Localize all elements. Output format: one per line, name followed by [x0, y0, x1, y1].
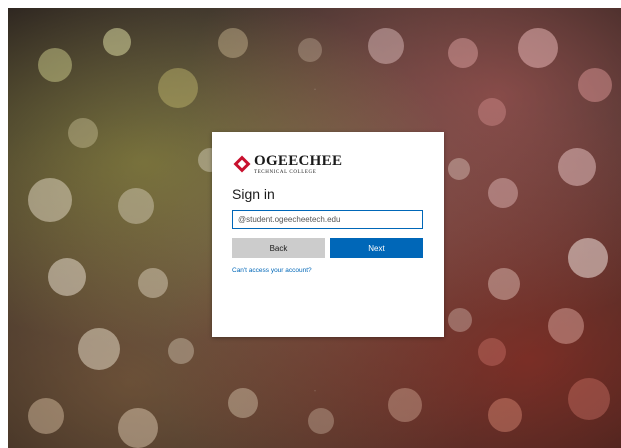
bokeh-circle: [118, 408, 158, 448]
cant-access-account-link[interactable]: Can't access your account?: [232, 267, 424, 274]
bokeh-circle: [568, 378, 610, 420]
bokeh-circle: [218, 28, 248, 58]
bokeh-circle: [518, 28, 558, 68]
bokeh-circle: [488, 178, 518, 208]
logo-sub-text: TECHNICAL COLLEGE: [254, 169, 317, 175]
bokeh-circle: [48, 258, 86, 296]
background: OGEECHEE TECHNICAL COLLEGE Sign in Back …: [8, 8, 621, 448]
back-button[interactable]: Back: [232, 238, 325, 258]
next-button[interactable]: Next: [330, 238, 423, 258]
bokeh-circle: [388, 388, 422, 422]
bokeh-circle: [308, 408, 334, 434]
bokeh-circle: [448, 308, 472, 332]
bokeh-circle: [478, 98, 506, 126]
email-input[interactable]: [232, 210, 423, 229]
bokeh-circle: [158, 68, 198, 108]
bokeh-circle: [78, 328, 120, 370]
bokeh-circle: [138, 268, 168, 298]
bokeh-circle: [448, 158, 470, 180]
bokeh-circle: [228, 388, 258, 418]
bokeh-circle: [103, 28, 131, 56]
button-row: Back Next: [232, 238, 424, 258]
logo-text: OGEECHEE TECHNICAL COLLEGE: [254, 152, 343, 175]
bokeh-circle: [488, 398, 522, 432]
bokeh-circle: [28, 178, 72, 222]
bokeh-circle: [38, 48, 72, 82]
bokeh-circle: [448, 38, 478, 68]
bokeh-circle: [548, 308, 584, 344]
logo-main-text: OGEECHEE: [254, 152, 343, 169]
bokeh-circle: [28, 398, 64, 434]
diamond-logo-icon: [233, 155, 251, 173]
signin-title: Sign in: [232, 186, 275, 202]
bokeh-circle: [578, 68, 612, 102]
bokeh-circle: [568, 238, 608, 278]
bokeh-circle: [488, 268, 520, 300]
bokeh-circle: [558, 148, 596, 186]
college-logo: OGEECHEE TECHNICAL COLLEGE: [232, 152, 424, 176]
bokeh-circle: [298, 38, 322, 62]
bokeh-circle: [118, 188, 154, 224]
bokeh-circle: [368, 28, 404, 64]
bokeh-circle: [68, 118, 98, 148]
signin-card: OGEECHEE TECHNICAL COLLEGE Sign in Back …: [212, 132, 444, 337]
bokeh-circle: [168, 338, 194, 364]
bokeh-circle: [478, 338, 506, 366]
